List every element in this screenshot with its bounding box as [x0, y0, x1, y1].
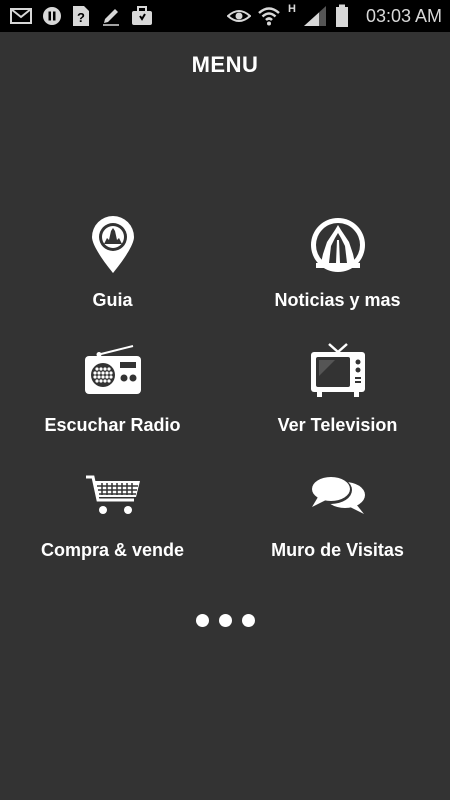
unknown-app-icon: ? — [70, 0, 92, 32]
menu-item-compra[interactable]: Compra & vende — [0, 462, 225, 572]
page-title: MENU — [191, 52, 259, 77]
chat-bubbles-icon — [308, 473, 368, 522]
menu-item-radio[interactable]: Escuchar Radio — [0, 337, 225, 447]
page-indicator — [0, 614, 450, 627]
menu-item-label: Escuchar Radio — [44, 415, 181, 435]
eye-icon — [226, 0, 252, 32]
menu-item-label: Noticias y mas — [274, 290, 401, 310]
menu-item-label: Muro de Visitas — [271, 540, 404, 560]
map-pin-icon — [90, 215, 136, 279]
menu-item-noticias[interactable]: Noticias y mas — [225, 212, 450, 322]
page-dot[interactable] — [218, 614, 232, 627]
news-dome-icon — [309, 216, 367, 279]
mail-icon — [8, 0, 34, 32]
menu-item-label: Ver Television — [277, 415, 398, 435]
page-dot[interactable] — [241, 614, 255, 627]
pencil-icon — [100, 0, 122, 32]
wifi-icon — [256, 0, 282, 32]
tv-icon — [309, 342, 367, 403]
radio-icon — [83, 344, 143, 401]
network-type-label: H — [288, 3, 296, 15]
signal-icon — [302, 0, 328, 32]
briefcase-icon — [130, 0, 154, 32]
menu-item-muro[interactable]: Muro de Visitas — [225, 462, 450, 572]
menu-item-label: Compra & vende — [40, 540, 185, 560]
status-bar: ? H 03:03 AM — [0, 0, 450, 32]
page-dot[interactable] — [195, 614, 209, 627]
pause-icon — [40, 0, 64, 32]
menu-item-guia[interactable]: Guia — [0, 212, 225, 322]
app-screen: MENU Guia Noticias y mas Escuchar Radio … — [0, 32, 450, 800]
menu-item-television[interactable]: Ver Television — [225, 337, 450, 447]
menu-item-label: Guia — [92, 290, 133, 310]
status-time: 03:03 AM — [365, 6, 442, 26]
battery-icon — [334, 0, 350, 32]
cart-icon — [84, 474, 142, 521]
svg-text:?: ? — [77, 10, 85, 25]
